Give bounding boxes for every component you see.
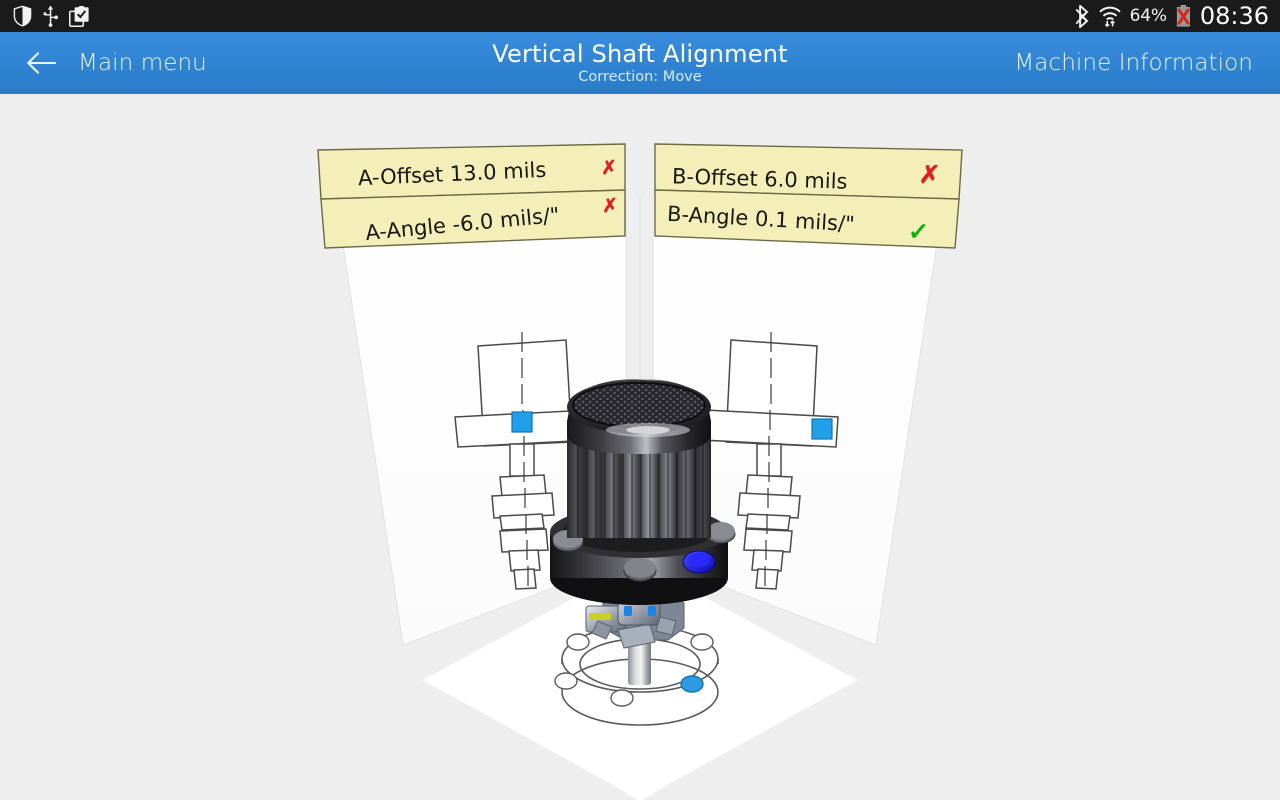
alignment-3d-scene[interactable]: A-Offset 13.0 mils A-Angle -6.0 mils/" B… bbox=[0, 94, 1280, 800]
battery-error-icon bbox=[1176, 5, 1191, 27]
status-bar-left-icons bbox=[0, 5, 90, 27]
android-status-bar: 64% 08:36 bbox=[0, 0, 1280, 32]
back-to-main-menu-button[interactable]: Main menu bbox=[26, 32, 207, 94]
status-bar-right-icons: 64% 08:36 bbox=[1075, 2, 1280, 30]
arrow-left-icon bbox=[27, 52, 56, 74]
status-bar-clock: 08:36 bbox=[1199, 2, 1269, 30]
app-header: Main menu Vertical Shaft Alignment Corre… bbox=[0, 32, 1280, 94]
direction-indicator-arrow bbox=[612, 784, 668, 800]
page-subtitle: Correction: Move bbox=[578, 68, 702, 85]
back-button-label: Main menu bbox=[78, 50, 207, 76]
shield-icon bbox=[13, 5, 32, 27]
left-angle-banner bbox=[320, 189, 626, 249]
wifi-transfer-icon bbox=[1099, 6, 1121, 27]
bluetooth-icon bbox=[1075, 4, 1089, 28]
usb-icon bbox=[43, 5, 58, 27]
clipboard-check-icon bbox=[69, 5, 89, 27]
readout-panel-layer: A-Offset 13.0 mils A-Angle -6.0 mils/" B… bbox=[0, 94, 1280, 800]
page-title: Vertical Shaft Alignment bbox=[492, 39, 788, 68]
battery-percent-label: 64% bbox=[1129, 6, 1167, 26]
right-angle-banner bbox=[654, 189, 960, 249]
app-root: 64% 08:36 Main menu Vertical Shaft Align… bbox=[0, 0, 1280, 800]
machine-information-link[interactable]: Machine Information bbox=[1014, 32, 1253, 94]
